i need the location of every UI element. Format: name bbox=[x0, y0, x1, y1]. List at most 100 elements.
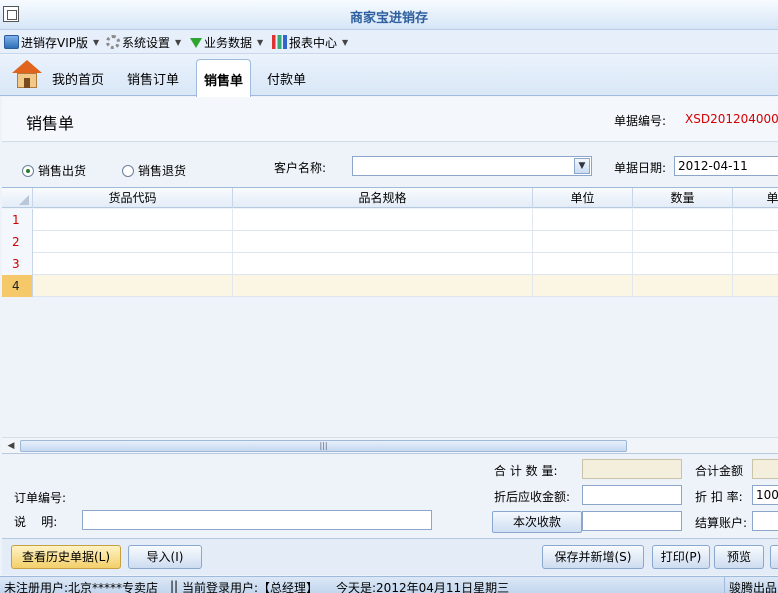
tab-sales-order[interactable]: 销售订单 bbox=[127, 69, 179, 88]
scroll-thumb[interactable]: ||| bbox=[20, 440, 627, 452]
action-bar: 查看历史单据(L) 导入(I) 保存并新增(S) 打印(P) 预览 bbox=[2, 538, 778, 575]
row-number: 1 bbox=[2, 209, 33, 231]
cell-unit[interactable] bbox=[533, 231, 633, 253]
discount-rate-label: 折 扣 率: bbox=[695, 490, 743, 504]
form-header: 销售单 单据编号: XSD2012040000 bbox=[2, 97, 778, 142]
radio-sales-return-label: 销售退货 bbox=[138, 164, 187, 178]
download-arrow-icon bbox=[190, 38, 202, 48]
cell-unit[interactable] bbox=[533, 275, 633, 297]
status-brand: 骏腾出品 bbox=[724, 577, 778, 593]
account-input[interactable] bbox=[752, 511, 778, 531]
discount-rate-input[interactable]: 100. bbox=[752, 485, 778, 505]
menu-settings[interactable]: 系统设置 ▼ bbox=[106, 34, 181, 50]
grid-corner-icon[interactable] bbox=[2, 188, 33, 208]
cell-quantity[interactable] bbox=[633, 209, 733, 231]
cell-quantity[interactable] bbox=[633, 253, 733, 275]
chevron-down-icon: ▼ bbox=[175, 37, 182, 47]
status-today: 今天是:2012年04月11日星期三 bbox=[336, 581, 510, 593]
history-button[interactable]: 查看历史单据(L) bbox=[11, 545, 121, 569]
status-login: 当前登录用户:【总经理】 bbox=[182, 581, 319, 593]
home-icon[interactable] bbox=[12, 60, 42, 90]
row-number: 3 bbox=[2, 253, 33, 275]
radio-checked-icon bbox=[22, 164, 34, 177]
col-quantity[interactable]: 数量 bbox=[633, 188, 733, 208]
date-input[interactable]: 2012-04-11 bbox=[674, 156, 778, 176]
radio-unchecked-icon bbox=[122, 164, 134, 177]
table-row[interactable]: 1 bbox=[2, 209, 778, 231]
col-unit[interactable]: 单位 bbox=[533, 188, 633, 208]
status-bar: 未注册用户:北京*****专卖店 || 当前登录用户:【总经理】 今天是:201… bbox=[0, 576, 778, 593]
tab-home[interactable]: 我的首页 bbox=[52, 69, 104, 88]
more-button[interactable] bbox=[770, 545, 778, 569]
menu-settings-label: 系统设置 bbox=[122, 35, 171, 50]
doc-number-value: XSD2012040000 bbox=[685, 112, 778, 126]
chevron-down-icon: ▼ bbox=[342, 37, 349, 47]
status-separator: || bbox=[170, 579, 179, 593]
tab-sales-slip[interactable]: 销售单 bbox=[196, 59, 252, 97]
cell-unit[interactable] bbox=[533, 253, 633, 275]
chevron-down-icon: ▼ bbox=[93, 37, 100, 47]
order-no-label: 订单编号: bbox=[14, 491, 67, 505]
vip-icon bbox=[4, 35, 19, 49]
item-grid: 货品代码 品名规格 单位 数量 单 1 2 3 4 bbox=[2, 187, 778, 452]
cell-price[interactable] bbox=[733, 231, 778, 253]
cell-item-code[interactable] bbox=[33, 253, 233, 275]
menu-vip-label: 进销存VIP版 bbox=[21, 35, 88, 50]
row-number: 4 bbox=[2, 275, 33, 297]
col-item-code[interactable]: 货品代码 bbox=[33, 188, 233, 208]
receive-payment-input[interactable] bbox=[582, 511, 682, 531]
window-title: 商家宝进销存 bbox=[349, 11, 428, 26]
print-button[interactable]: 打印(P) bbox=[652, 545, 710, 569]
radio-sales-return[interactable]: 销售退货 bbox=[122, 162, 186, 179]
doc-number-label: 单据编号: bbox=[614, 114, 667, 128]
chevron-down-icon[interactable]: ▼ bbox=[574, 158, 590, 174]
cell-item-code[interactable] bbox=[33, 275, 233, 297]
tab-bar: 我的首页 销售订单 销售单 付款单 bbox=[0, 55, 778, 97]
menu-business-data-label: 业务数据 bbox=[204, 35, 253, 50]
account-label: 结算账户: bbox=[695, 516, 748, 530]
cell-item-name[interactable] bbox=[233, 231, 533, 253]
filter-bar: 销售出货 销售退货 客户名称: ▼ 单据日期: 2012-04-11 bbox=[2, 143, 778, 187]
save-new-button[interactable]: 保存并新增(S) bbox=[542, 545, 644, 569]
cell-item-code[interactable] bbox=[33, 231, 233, 253]
import-button[interactable]: 导入(I) bbox=[128, 545, 202, 569]
menu-reports-label: 报表中心 bbox=[289, 35, 338, 50]
summary-form: 合 计 数 量: 合计金额 订单编号: 折后应收金额: 折 扣 率: 100. … bbox=[2, 453, 778, 538]
radio-sales-out[interactable]: 销售出货 bbox=[22, 162, 86, 179]
cell-item-name[interactable] bbox=[233, 253, 533, 275]
cell-quantity[interactable] bbox=[633, 275, 733, 297]
cell-price[interactable] bbox=[733, 275, 778, 297]
col-item-name[interactable]: 品名规格 bbox=[233, 188, 533, 208]
date-label: 单据日期: bbox=[614, 161, 667, 175]
chevron-down-icon: ▼ bbox=[257, 37, 264, 47]
discounted-amount-label: 折后应收金额: bbox=[494, 490, 571, 504]
cell-unit[interactable] bbox=[533, 209, 633, 231]
preview-button[interactable]: 预览 bbox=[714, 545, 764, 569]
chart-icon bbox=[272, 35, 287, 49]
cell-quantity[interactable] bbox=[633, 231, 733, 253]
title-bar: 商家宝进销存 bbox=[0, 0, 778, 30]
receive-payment-button[interactable]: 本次收款 bbox=[492, 511, 582, 533]
cell-item-name[interactable] bbox=[233, 275, 533, 297]
menu-bar: 进销存VIP版 ▼ 系统设置 ▼ 业务数据 ▼ 报表中心 ▼ bbox=[0, 30, 778, 54]
cell-item-name[interactable] bbox=[233, 209, 533, 231]
table-row[interactable]: 2 bbox=[2, 231, 778, 253]
note-input[interactable] bbox=[82, 510, 432, 530]
menu-reports[interactable]: 报表中心 ▼ bbox=[272, 34, 348, 50]
radio-sales-out-label: 销售出货 bbox=[38, 164, 87, 178]
tab-payment[interactable]: 付款单 bbox=[267, 69, 306, 88]
col-price[interactable]: 单 bbox=[733, 188, 778, 208]
cell-price[interactable] bbox=[733, 209, 778, 231]
cell-price[interactable] bbox=[733, 253, 778, 275]
table-row[interactable]: 3 bbox=[2, 253, 778, 275]
customer-select[interactable]: ▼ bbox=[352, 156, 592, 176]
page-title: 销售单 bbox=[26, 114, 75, 133]
scroll-left-icon[interactable]: ◀ bbox=[4, 440, 18, 452]
menu-business-data[interactable]: 业务数据 ▼ bbox=[190, 34, 263, 50]
total-amount-field bbox=[752, 459, 778, 479]
discounted-amount-input[interactable] bbox=[582, 485, 682, 505]
cell-item-code[interactable] bbox=[33, 209, 233, 231]
horizontal-scrollbar[interactable]: ◀ ||| bbox=[2, 437, 778, 453]
table-row-selected[interactable]: 4 bbox=[2, 275, 778, 297]
menu-vip[interactable]: 进销存VIP版 ▼ bbox=[4, 34, 99, 50]
